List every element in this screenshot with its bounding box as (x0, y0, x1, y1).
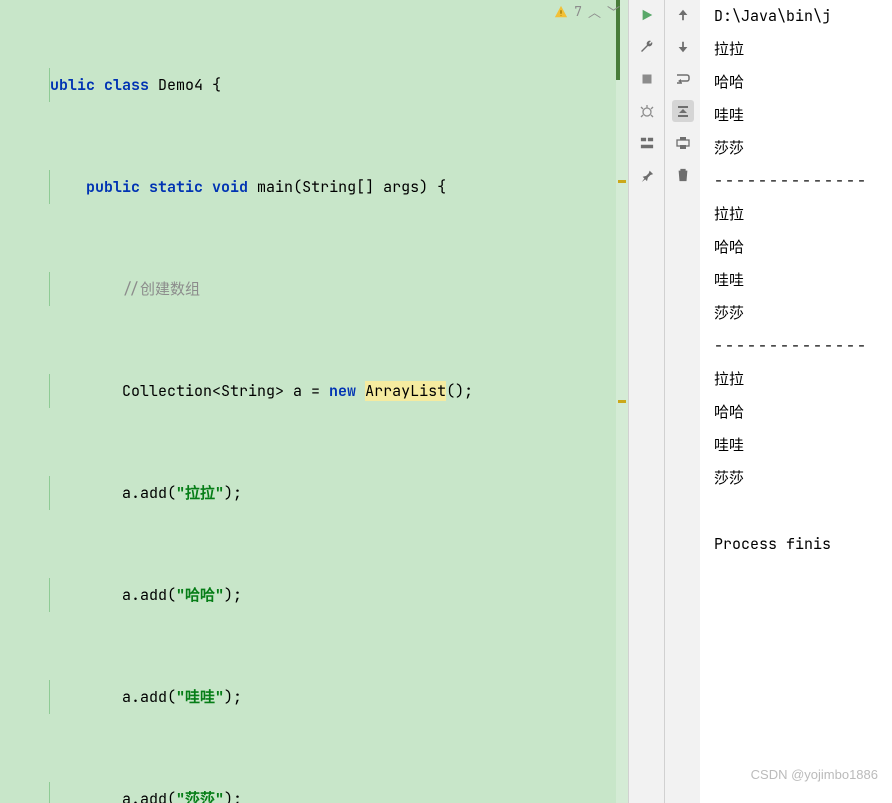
stripe-change-marker (616, 40, 620, 80)
console-toolbar (664, 0, 700, 803)
console-output[interactable]: D:\Java\bin\j 拉拉 哈哈 哇哇 莎莎 --------------… (700, 0, 892, 803)
pin-icon[interactable] (636, 164, 658, 186)
chevron-up-icon[interactable]: ︿ (588, 2, 601, 21)
code-editor[interactable]: 7 ︿ ﹀ ublic class Demo4 { public static … (0, 0, 628, 803)
console-separator: -------------- (714, 330, 892, 363)
console-separator: -------------- (714, 165, 892, 198)
error-stripe[interactable] (616, 0, 628, 803)
console-line: 哇哇 (714, 264, 892, 297)
warning-icon (554, 5, 568, 19)
print-icon[interactable] (672, 132, 694, 154)
console-line: 莎莎 (714, 132, 892, 165)
jvm-path: D:\Java\bin\j (714, 0, 892, 33)
run-toolbar (628, 0, 664, 803)
console-line: 莎莎 (714, 462, 892, 495)
arrow-up-icon[interactable] (672, 4, 694, 26)
console-line: 哇哇 (714, 429, 892, 462)
stripe-warning-marker[interactable] (618, 400, 626, 403)
wrench-icon[interactable] (636, 36, 658, 58)
stripe-warning-marker[interactable] (618, 180, 626, 183)
console-line: 拉拉 (714, 363, 892, 396)
bug-icon[interactable] (636, 100, 658, 122)
chevron-down-icon[interactable]: ﹀ (607, 2, 620, 21)
inspection-count: 7 (574, 3, 582, 20)
code-text[interactable]: ublic class Demo4 { public static void m… (0, 0, 628, 803)
run-icon[interactable] (636, 4, 658, 26)
console-line: 莎莎 (714, 297, 892, 330)
trash-icon[interactable] (672, 164, 694, 186)
console-line: 拉拉 (714, 33, 892, 66)
console-line: 哈哈 (714, 66, 892, 99)
inspections-widget[interactable]: 7 ︿ ﹀ (554, 2, 620, 21)
layout-icon[interactable] (636, 132, 658, 154)
scroll-to-end-icon[interactable] (672, 100, 694, 122)
soft-wrap-icon[interactable] (672, 68, 694, 90)
console-line: 拉拉 (714, 198, 892, 231)
console-line: 哈哈 (714, 231, 892, 264)
watermark: CSDN @yojimbo1886 (751, 758, 878, 791)
arrow-down-icon[interactable] (672, 36, 694, 58)
console-line: 哈哈 (714, 396, 892, 429)
console-line: 哇哇 (714, 99, 892, 132)
stop-icon[interactable] (636, 68, 658, 90)
process-exit: Process finis (714, 528, 892, 561)
